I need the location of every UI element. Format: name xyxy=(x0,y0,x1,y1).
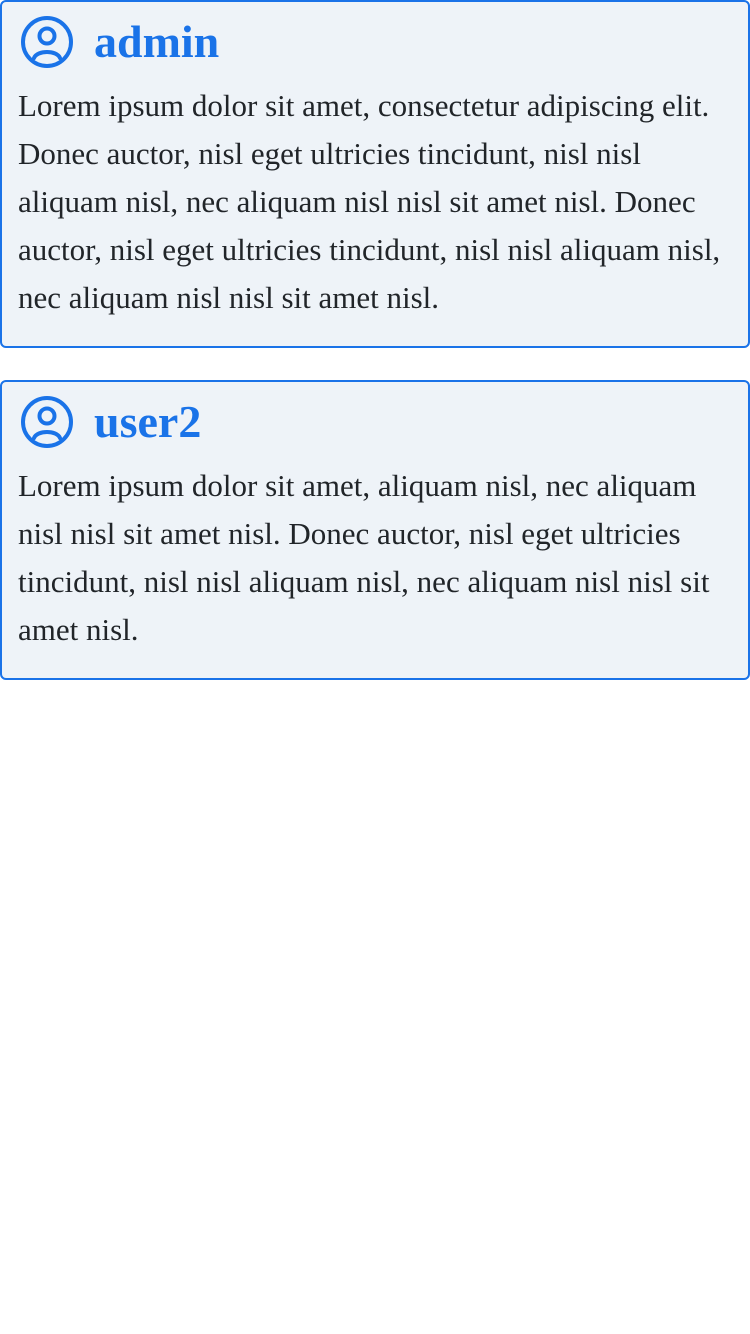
user-circle-icon xyxy=(20,395,74,449)
post-header: admin xyxy=(18,16,732,68)
post-card: admin Lorem ipsum dolor sit amet, consec… xyxy=(0,0,750,348)
post-username[interactable]: admin xyxy=(94,16,219,68)
post-header: user2 xyxy=(18,396,732,448)
post-message: Lorem ipsum dolor sit amet, consectetur … xyxy=(18,88,721,315)
post-username[interactable]: user2 xyxy=(94,396,201,448)
post-message: Lorem ipsum dolor sit amet, aliquam nisl… xyxy=(18,468,710,647)
post-card: user2 Lorem ipsum dolor sit amet, aliqua… xyxy=(0,380,750,680)
post-feed: admin Lorem ipsum dolor sit amet, consec… xyxy=(0,0,750,680)
user-circle-icon xyxy=(20,15,74,69)
